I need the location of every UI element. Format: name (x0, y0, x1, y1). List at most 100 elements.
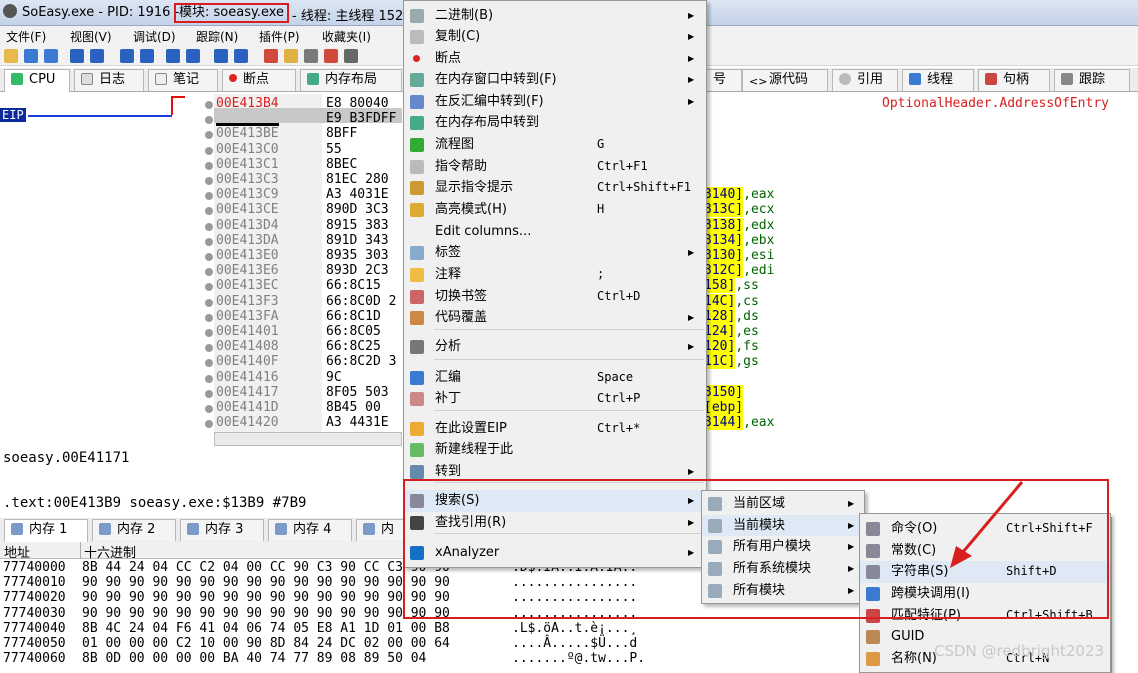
tab-memory-4[interactable]: 内存 4 (268, 519, 352, 541)
breakpoint-dot[interactable] (205, 313, 213, 322)
tab-log[interactable]: 日志 (74, 69, 144, 91)
disasm-address[interactable]: 00E413DA (216, 233, 279, 248)
disasm-address[interactable]: 00E413D4 (216, 218, 279, 233)
menu-item-edit-columns[interactable]: Edit columns... (404, 221, 706, 243)
disasm-address[interactable]: 00E413BE (216, 126, 279, 141)
trace-over-icon[interactable] (186, 49, 200, 63)
pause-icon[interactable] (90, 49, 104, 63)
disasm-address[interactable]: 00E4141D (216, 400, 279, 415)
menu-item-comment[interactable]: 注释; (404, 264, 706, 286)
tab-memory-map[interactable]: 内存布局 (300, 69, 402, 91)
menu-debug[interactable]: 调试(D) (133, 28, 176, 45)
menu-item-breakpoint[interactable]: 断点 ▶ (404, 48, 706, 70)
breakpoint-dot[interactable] (205, 283, 213, 292)
restart-icon[interactable] (24, 49, 38, 63)
menu-item-memory[interactable]: 在内存窗口中转到(F) ▶ (404, 69, 706, 91)
disasm-address[interactable]: 00E413CE (216, 202, 279, 217)
breakpoint-gutter[interactable] (203, 96, 214, 429)
breakpoint-dot[interactable] (205, 389, 213, 398)
menu-item-patch[interactable]: 补丁 Ctrl+P (404, 388, 706, 410)
menu-item-binary[interactable]: 二进制(B) ▶ (404, 5, 706, 27)
execute-till-return-icon[interactable] (214, 49, 228, 63)
menu-plugins[interactable]: 插件(P) (259, 28, 300, 45)
menu-item-tip[interactable]: 显示指令提示 Ctrl+Shift+F1 (404, 177, 706, 199)
tab-memory-1[interactable]: 内存 1 (4, 519, 88, 543)
trace-into-icon[interactable] (166, 49, 180, 63)
breakpoint-dot[interactable] (205, 359, 213, 368)
horizontal-scrollbar[interactable] (214, 432, 402, 446)
run-to-user-code-icon[interactable] (234, 49, 248, 63)
menu-item-copy[interactable]: 复制(C) ▶ (404, 26, 706, 48)
disasm-address[interactable]: 00E413FA (216, 309, 279, 324)
breakpoint-dot[interactable] (205, 344, 213, 353)
menu-item-assemble[interactable]: 汇编 Space (404, 367, 706, 389)
disasm-address[interactable]: 00E4140F (216, 354, 279, 369)
disasm-address[interactable]: 00E413C9 (216, 187, 279, 202)
function-toolbar-icon[interactable] (344, 49, 358, 63)
tab-trace[interactable]: 跟踪 (1054, 69, 1130, 91)
step-over-icon[interactable] (140, 49, 154, 63)
breakpoint-dot[interactable] (205, 268, 213, 277)
breakpoint-dot[interactable] (205, 222, 213, 231)
disasm-address[interactable]: 00E41416 (216, 370, 279, 385)
menu-file[interactable]: 文件(F) (6, 28, 46, 45)
tab-symbols[interactable]: 号 (706, 69, 742, 91)
menu-favourites[interactable]: 收藏夹(I) (322, 28, 371, 45)
tab-memory-3[interactable]: 内存 3 (180, 519, 264, 541)
dump-row[interactable]: 77740040 8B 4C 24 04 F6 41 04 06 74 05 E8… (0, 621, 637, 636)
breakpoint-dot[interactable] (205, 131, 213, 140)
tab-handles[interactable]: 句柄 (978, 69, 1050, 91)
disasm-address[interactable]: 00E413EC (216, 278, 279, 293)
breakpoint-dot[interactable] (205, 177, 213, 185)
menu-item-highlight[interactable]: 高亮模式(H) H (404, 199, 706, 221)
menu-item-disasm[interactable]: 在反汇编中转到(F) ▶ (404, 91, 706, 113)
breakpoint-dot[interactable] (205, 405, 213, 413)
disasm-address[interactable]: 00E413E0 (216, 248, 279, 263)
breakpoint-dot[interactable] (205, 329, 213, 337)
menu-view[interactable]: 视图(V) (70, 28, 112, 45)
breakpoint-dot[interactable] (205, 207, 213, 216)
breakpoint-dot[interactable] (205, 116, 213, 125)
menu-item-thread[interactable]: 新建线程于此 (404, 439, 706, 461)
open-icon[interactable] (4, 49, 18, 63)
breakpoint-dot[interactable] (205, 237, 213, 246)
tab-memory-2[interactable]: 内存 2 (92, 519, 176, 541)
breakpoint-dot[interactable] (205, 374, 213, 383)
bookmark-toolbar-icon[interactable] (324, 49, 338, 63)
disasm-address[interactable]: 00E413C1 (216, 157, 279, 172)
disasm-address[interactable]: 00E41417 (216, 385, 279, 400)
breakpoint-dot[interactable] (205, 192, 213, 201)
menu-item-label[interactable]: 标签 ▶ (404, 242, 706, 264)
dump-row[interactable]: 77740060 8B 0D 00 00 00 00 BA 40 74 77 89… (0, 651, 645, 666)
tab-breakpoints[interactable]: 断点 (222, 69, 296, 91)
tab-cpu[interactable]: CPU (4, 69, 70, 93)
breakpoint-dot[interactable] (205, 298, 213, 307)
menu-item-map[interactable]: 在内存布局中转到 (404, 112, 706, 134)
disasm-address[interactable]: 00E413C0 (216, 142, 279, 157)
tab-source[interactable]: <> 源代码 (742, 69, 828, 91)
step-into-icon[interactable] (120, 49, 134, 63)
menu-item-analyze[interactable]: 分析 ▶ (404, 336, 706, 358)
menu-item-coverage[interactable]: 代码覆盖 ▶ (404, 307, 706, 329)
disasm-address[interactable]: 00E41420 (216, 415, 279, 430)
disasm-address[interactable]: 00E41408 (216, 339, 279, 354)
label-toolbar-icon[interactable] (304, 49, 318, 63)
tab-notes[interactable]: 笔记 (148, 69, 218, 91)
disasm-address[interactable]: 00E413C3 (216, 172, 279, 187)
disasm-address[interactable]: 00E413F3 (216, 294, 279, 309)
comment-toolbar-icon[interactable] (284, 49, 298, 63)
stop-icon[interactable] (44, 49, 58, 63)
menu-item-bookmark[interactable]: 切换书签 Ctrl+D (404, 286, 706, 308)
disasm-address[interactable]: 00E413E6 (216, 263, 279, 278)
menu-item-graph[interactable]: 流程图 G (404, 134, 706, 156)
breakpoint-dot[interactable] (205, 146, 213, 155)
patch-toolbar-icon[interactable] (264, 49, 278, 63)
breakpoint-dot[interactable] (205, 161, 213, 170)
dump-row[interactable]: 77740050 01 00 00 00 C2 10 00 90 8D 84 24… (0, 636, 637, 651)
menu-item-eip[interactable]: 在此设置EIP Ctrl+* (404, 418, 706, 440)
tab-references[interactable]: 引用 (832, 69, 898, 91)
tab-threads[interactable]: 线程 (902, 69, 974, 91)
menu-item-help[interactable]: 指令帮助 Ctrl+F1 (404, 156, 706, 178)
menu-trace[interactable]: 跟踪(N) (196, 28, 238, 45)
run-icon[interactable] (70, 49, 84, 63)
